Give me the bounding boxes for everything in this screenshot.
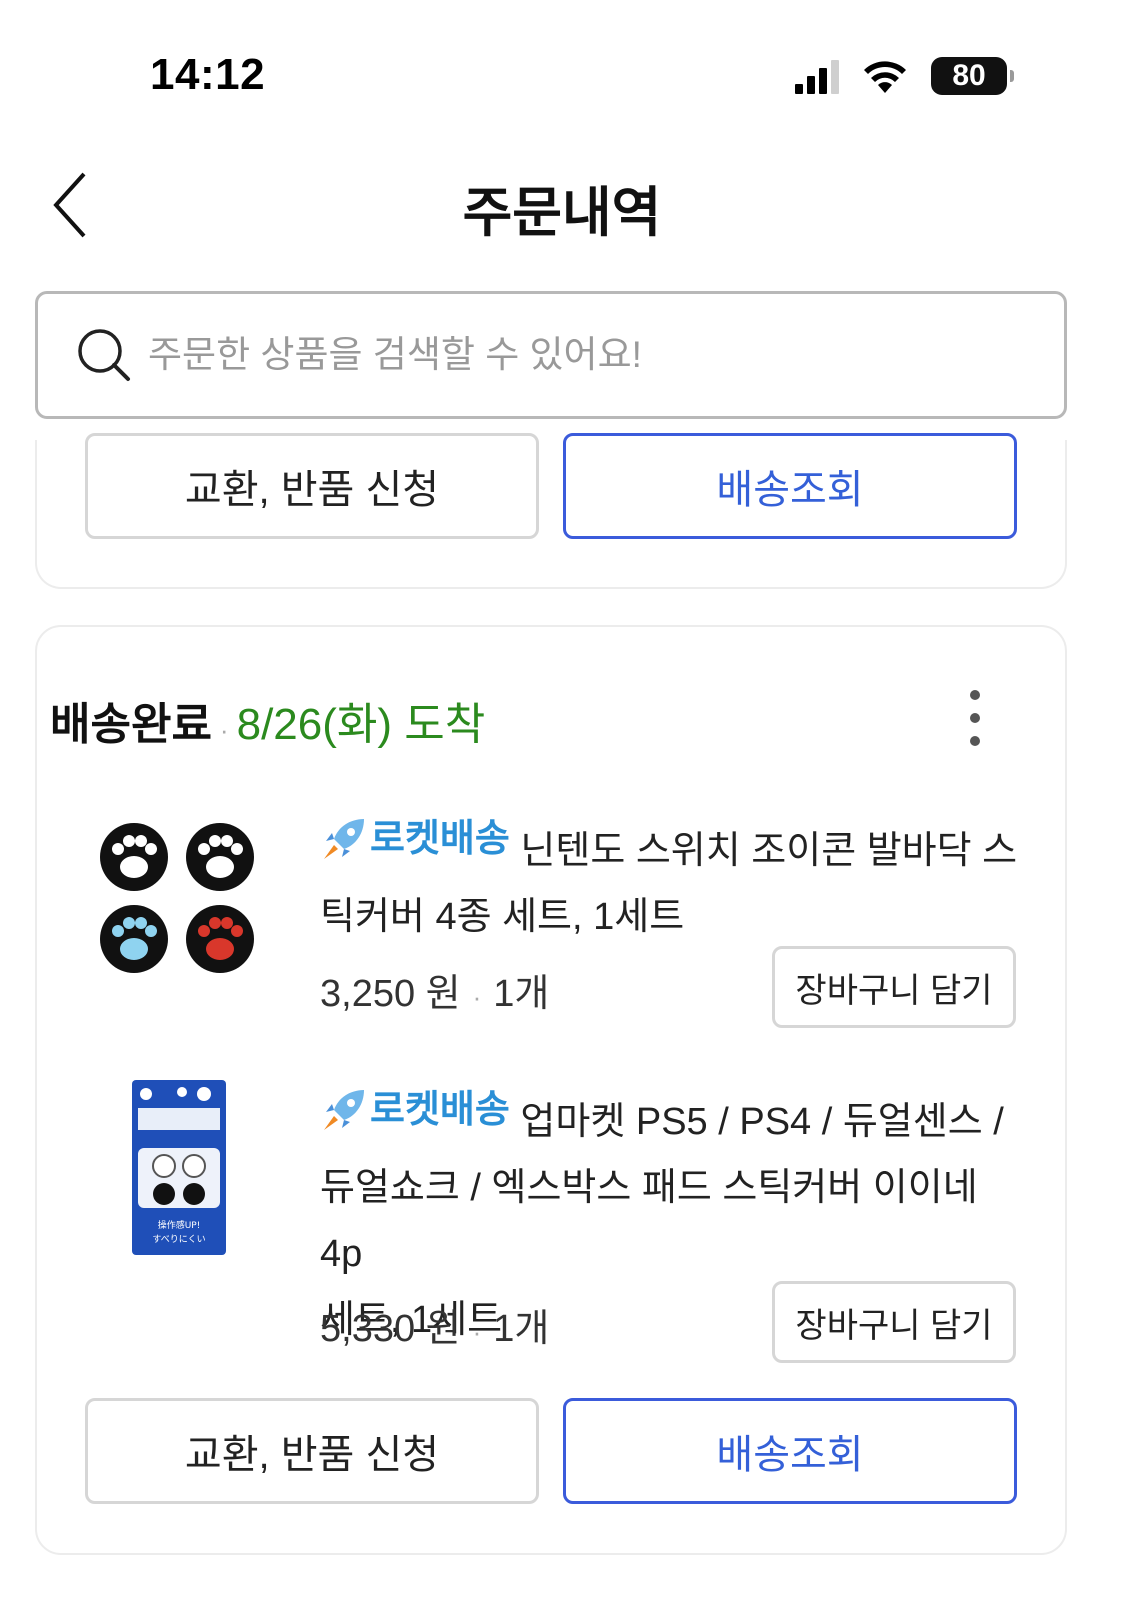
product-name-line: 듀얼쇼크 / 엑스박스 패드 스틱커버 이이네 4p — [320, 1167, 978, 1275]
delivery-date: 8/26(화) 도착 — [236, 700, 486, 749]
rocket-icon — [324, 819, 364, 859]
add-to-cart-button-2[interactable]: 장바구니 담기 — [772, 1281, 1016, 1363]
product-name-line: 로켓배송 업마켓 PS5 / PS4 / 듀얼센스 / — [320, 1077, 1020, 1155]
search-box[interactable] — [35, 291, 1067, 419]
search-icon — [78, 329, 130, 381]
more-options-icon[interactable] — [960, 690, 990, 746]
rocket-icon — [324, 1090, 364, 1130]
product-name-line: 틱커버 4종 세트, 1세트 — [320, 896, 685, 938]
status-time: 14:12 — [150, 50, 266, 99]
order-status-row: 배송완료 · 8/26(화) 도착 — [50, 688, 485, 752]
battery-level: 80 — [952, 59, 986, 92]
product-quantity: 1개 — [493, 973, 550, 1015]
separator-dot: · — [219, 715, 229, 745]
separator-dot: · — [472, 982, 482, 1012]
add-to-cart-button-1[interactable]: 장바구니 담기 — [772, 946, 1016, 1028]
svg-text:すべりにくい: すべりにくい — [152, 1234, 205, 1245]
product-quantity: 1개 — [493, 1308, 550, 1350]
price-quantity-2: 5,330 원 · 1개 — [320, 1297, 549, 1352]
page-title: 주문내역 — [462, 183, 662, 243]
wifi-icon — [864, 61, 906, 93]
signal-icon — [795, 58, 839, 94]
product-name-text: 닌텐도 스위치 조이콘 발바닥 스 — [520, 830, 1018, 872]
status-icons: 80 — [795, 56, 1014, 96]
order-status: 배송완료 — [50, 700, 212, 749]
separator-dot: · — [472, 1317, 482, 1347]
search-input[interactable] — [148, 334, 968, 376]
exchange-return-button[interactable]: 교환, 반품 신청 — [85, 1398, 539, 1504]
product-price: 3,250 원 — [320, 973, 461, 1015]
product-name-text: 업마켓 PS5 / PS4 / 듀얼센스 / — [520, 1101, 1004, 1143]
product-name-line: 로켓배송 닌텐도 스위치 조이콘 발바닥 스 — [320, 806, 1020, 884]
track-delivery-button[interactable]: 배송조회 — [563, 433, 1017, 539]
price-quantity-1: 3,250 원 · 1개 — [320, 962, 549, 1017]
exchange-return-button[interactable]: 교환, 반품 신청 — [85, 433, 539, 539]
rocket-delivery-label: 로켓배송 — [370, 1089, 510, 1131]
rocket-delivery-badge: 로켓배송 — [320, 806, 510, 872]
svg-text:操作感UP!: 操作感UP! — [158, 1219, 201, 1231]
rocket-delivery-badge: 로켓배송 — [320, 1077, 510, 1143]
rocket-delivery-label: 로켓배송 — [370, 818, 510, 860]
track-delivery-button[interactable]: 배송조회 — [563, 1398, 1017, 1504]
product-price: 5,330 원 — [320, 1308, 461, 1350]
product-image-stick-covers[interactable]: 操作感UP! すべりにくい — [132, 1080, 226, 1255]
product-image-paw-covers[interactable] — [96, 815, 266, 980]
battery-icon: 80 — [931, 57, 1014, 95]
product-name-1[interactable]: 로켓배송 닌텐도 스위치 조이콘 발바닥 스 틱커버 4종 세트, 1세트 — [320, 806, 1020, 950]
